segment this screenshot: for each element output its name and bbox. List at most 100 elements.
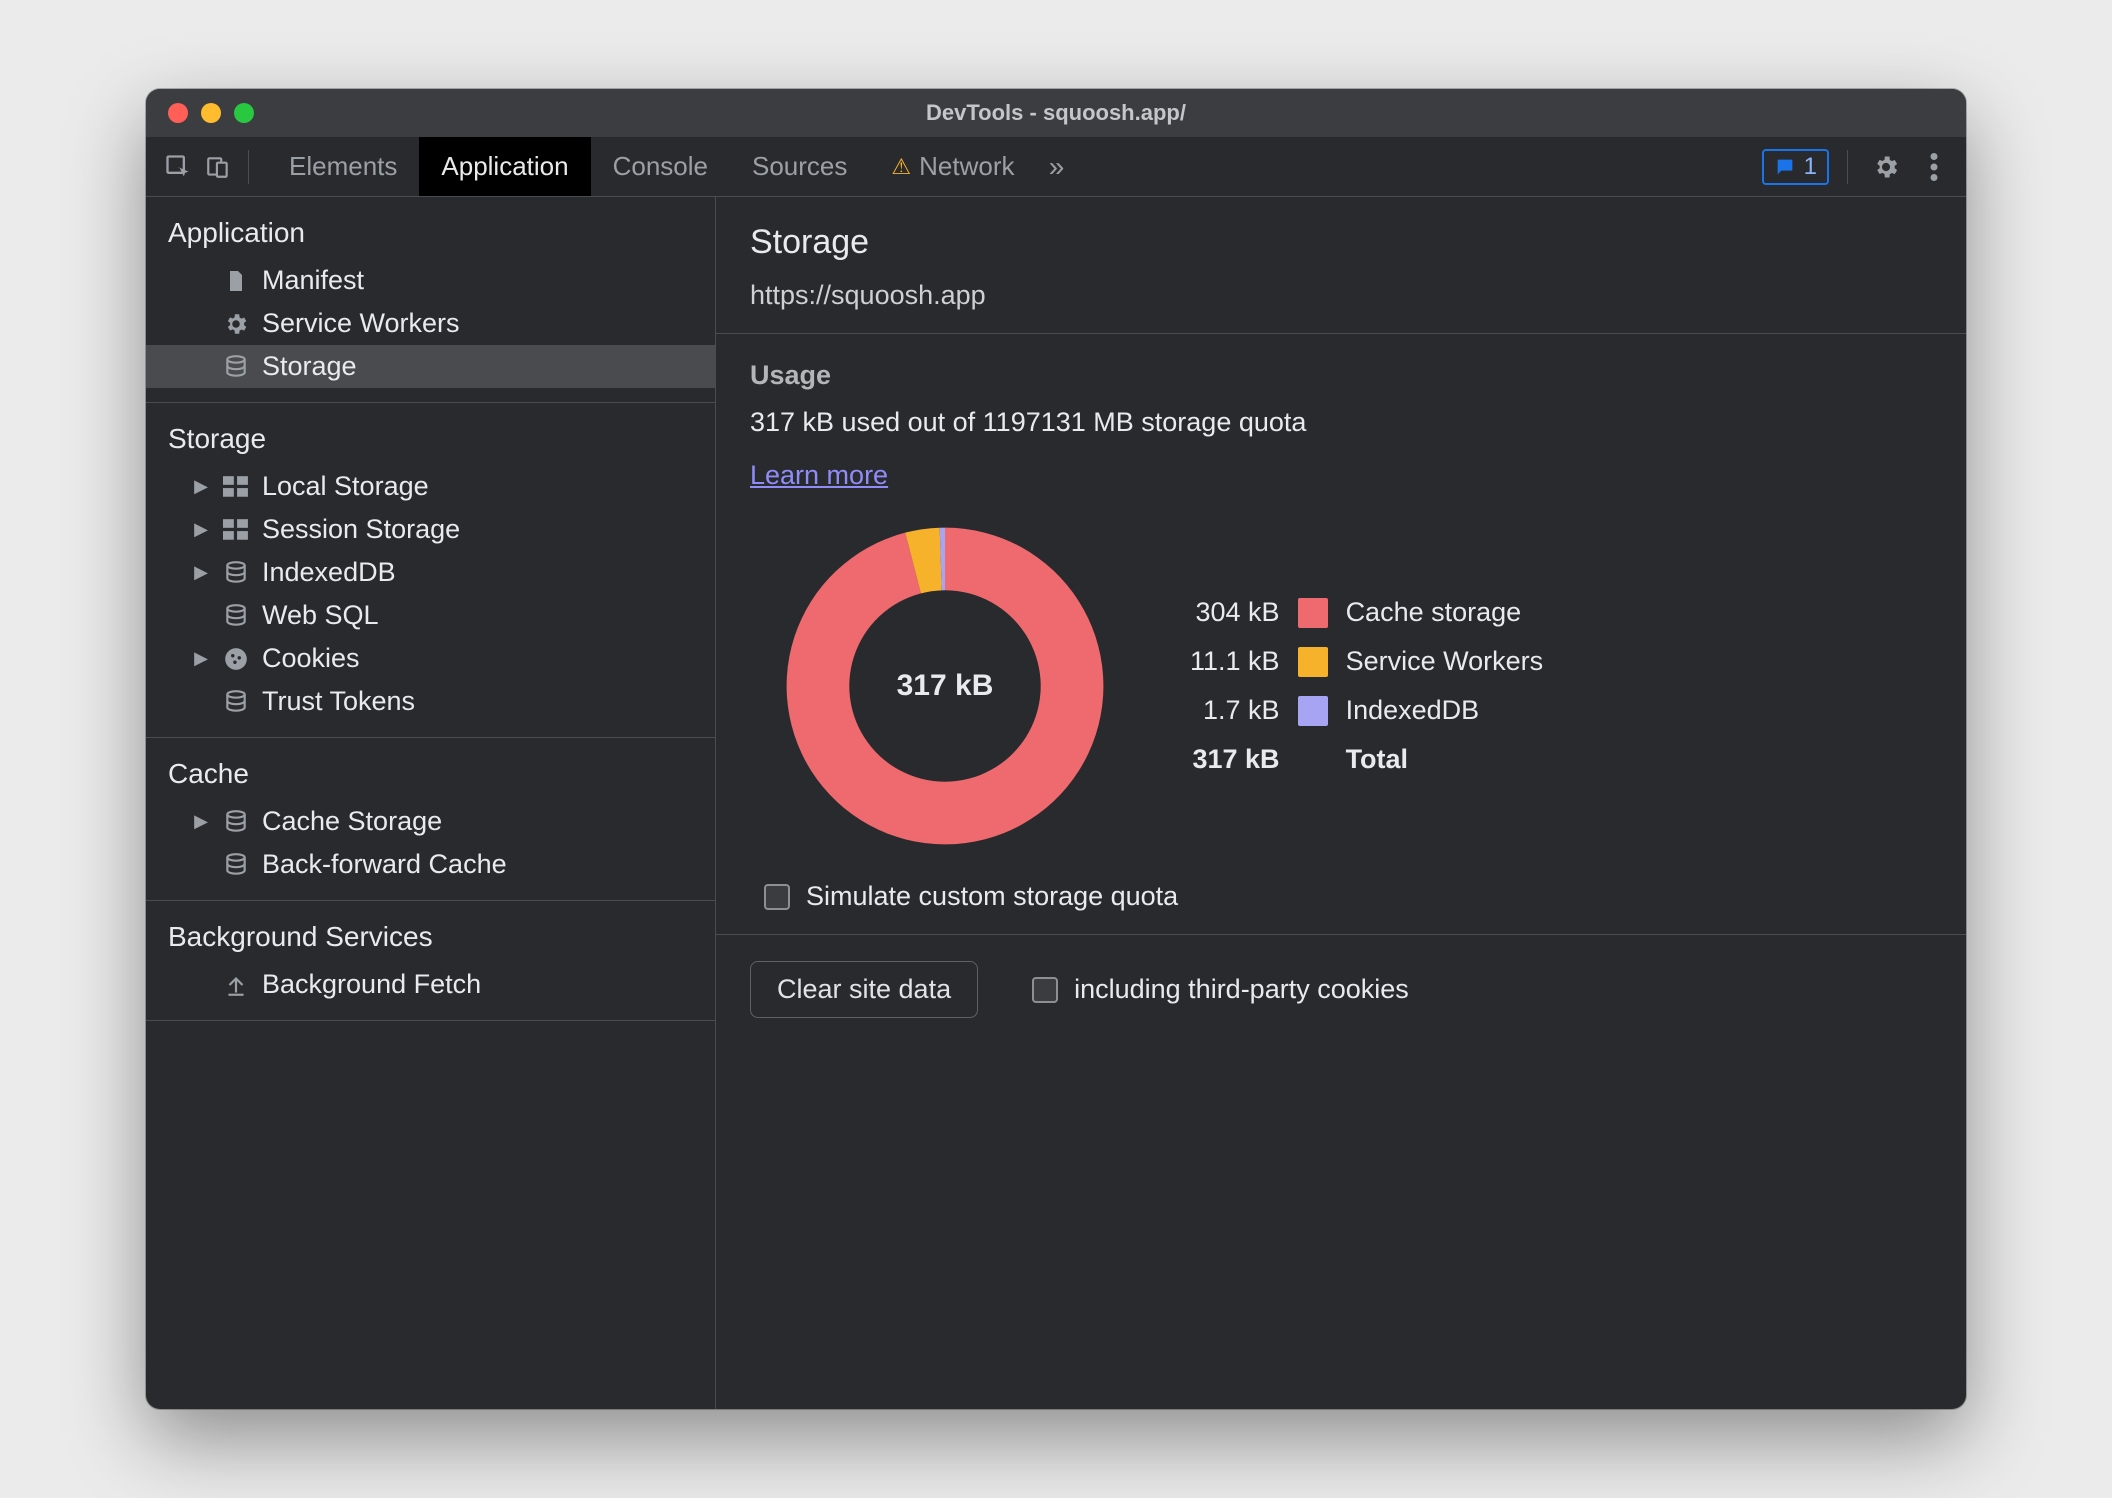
messages-count: 1 — [1804, 153, 1817, 181]
clear-site-data-button[interactable]: Clear site data — [750, 961, 978, 1018]
sidebar-item-back-forward-cache[interactable]: Back-forward Cache — [146, 843, 715, 886]
sidebar-group-background-services: Background Services — [146, 913, 715, 963]
sidebar-item-label: Cookies — [262, 643, 360, 674]
kebab-menu-icon[interactable] — [1914, 147, 1954, 187]
caret-icon: ▶ — [192, 562, 210, 583]
tab-label: Elements — [289, 151, 397, 182]
sidebar-item-manifest[interactable]: Manifest — [146, 259, 715, 302]
page-title: Storage — [750, 223, 1932, 262]
panel-tabs: Elements Application Console Sources ⚠ Networ… — [267, 137, 1036, 196]
usage-section: Usage 317 kB used out of 1197131 MB stor… — [716, 334, 1966, 935]
legend-label: IndexedDB — [1346, 695, 1544, 726]
window-title: DevTools - squoosh.app/ — [146, 100, 1966, 126]
devtools-toolbar: Elements Application Console Sources ⚠ Networ… — [146, 137, 1966, 197]
gear-icon — [222, 310, 250, 338]
cookie-icon — [222, 645, 250, 673]
third-party-cookies-checkbox[interactable]: including third-party cookies — [1032, 974, 1409, 1005]
legend-size: 11.1 kB — [1190, 646, 1280, 677]
usage-legend: 304 kB Cache storage 11.1 kB Service Worker… — [1190, 597, 1543, 775]
separator — [1847, 150, 1848, 184]
legend-size: 304 kB — [1190, 597, 1280, 628]
learn-more-link[interactable]: Learn more — [750, 460, 888, 491]
tab-label: Network — [919, 151, 1014, 182]
tab-sources[interactable]: Sources — [730, 137, 869, 196]
more-tabs-icon[interactable]: » — [1036, 147, 1076, 187]
db-icon — [222, 559, 250, 587]
minimize-window-button[interactable] — [201, 103, 221, 123]
sidebar-item-label: Session Storage — [262, 514, 460, 545]
sidebar-item-trust-tokens[interactable]: Trust Tokens — [146, 680, 715, 723]
caret-icon: ▶ — [192, 519, 210, 540]
db-icon — [222, 688, 250, 716]
sidebar-group-storage: Storage — [146, 415, 715, 465]
sidebar-item-label: Background Fetch — [262, 969, 481, 1000]
legend-size: 1.7 kB — [1190, 695, 1280, 726]
sidebar-item-indexeddb[interactable]: ▶ IndexedDB — [146, 551, 715, 594]
clear-section: Clear site data including third-party co… — [716, 935, 1966, 1040]
checkbox-icon — [1032, 977, 1058, 1003]
legend-total-size: 317 kB — [1190, 744, 1280, 775]
separator — [248, 150, 249, 184]
grid-icon — [222, 473, 250, 501]
sidebar-item-label: IndexedDB — [262, 557, 396, 588]
tab-label: Console — [613, 151, 708, 182]
legend-label: Service Workers — [1346, 646, 1544, 677]
content: ApplicationManifestService WorkersStorag… — [146, 197, 1966, 1409]
file-icon — [222, 267, 250, 295]
sidebar-item-background-fetch[interactable]: Background Fetch — [146, 963, 715, 1006]
origin-url: https://squoosh.app — [750, 280, 1932, 311]
sidebar-item-label: Storage — [262, 351, 357, 382]
sidebar-item-storage[interactable]: Storage — [146, 345, 715, 388]
sidebar-item-label: Web SQL — [262, 600, 379, 631]
device-toggle-icon[interactable] — [198, 147, 238, 187]
sidebar-item-label: Service Workers — [262, 308, 460, 339]
caret-icon: ▶ — [192, 648, 210, 669]
sidebar-item-local-storage[interactable]: ▶ Local Storage — [146, 465, 715, 508]
sidebar-item-label: Manifest — [262, 265, 364, 296]
warning-icon: ⚠ — [891, 154, 911, 180]
caret-icon: ▶ — [192, 476, 210, 497]
db-icon — [222, 851, 250, 879]
sidebar-item-session-storage[interactable]: ▶ Session Storage — [146, 508, 715, 551]
close-window-button[interactable] — [168, 103, 188, 123]
checkbox-icon — [764, 884, 790, 910]
storage-header: Storage https://squoosh.app — [716, 197, 1966, 334]
grid-icon — [222, 516, 250, 544]
sidebar-item-label: Back-forward Cache — [262, 849, 507, 880]
tab-console[interactable]: Console — [591, 137, 730, 196]
sidebar-item-cache-storage[interactable]: ▶ Cache Storage — [146, 800, 715, 843]
legend-swatch — [1298, 647, 1328, 677]
maximize-window-button[interactable] — [234, 103, 254, 123]
tab-label: Application — [441, 151, 568, 182]
console-messages-badge[interactable]: 1 — [1762, 149, 1829, 185]
titlebar: DevTools - squoosh.app/ — [146, 89, 1966, 137]
db-icon — [222, 602, 250, 630]
legend-swatch — [1298, 696, 1328, 726]
sidebar-item-label: Cache Storage — [262, 806, 442, 837]
caret-icon: ▶ — [192, 811, 210, 832]
db-icon — [222, 353, 250, 381]
legend-label: Cache storage — [1346, 597, 1544, 628]
sidebar-item-service-workers[interactable]: Service Workers — [146, 302, 715, 345]
settings-icon[interactable] — [1866, 147, 1906, 187]
simulate-quota-label: Simulate custom storage quota — [806, 881, 1178, 912]
legend-total-label: Total — [1346, 744, 1544, 775]
sidebar-item-cookies[interactable]: ▶ Cookies — [146, 637, 715, 680]
storage-panel: Storage https://squoosh.app Usage 317 kB… — [716, 197, 1966, 1409]
usage-summary: 317 kB used out of 1197131 MB storage qu… — [750, 407, 1932, 438]
inspect-element-icon[interactable] — [158, 147, 198, 187]
sidebar-item-label: Trust Tokens — [262, 686, 415, 717]
sidebar-group-application: Application — [146, 209, 715, 259]
sidebar-item-label: Local Storage — [262, 471, 429, 502]
usage-breakdown: 317 kB 304 kB Cache storage 11.1 kB Service… — [780, 521, 1932, 851]
tab-elements[interactable]: Elements — [267, 137, 419, 196]
tab-application[interactable]: Application — [419, 137, 590, 196]
db-icon — [222, 808, 250, 836]
sidebar-item-web-sql[interactable]: Web SQL — [146, 594, 715, 637]
devtools-window: DevTools - squoosh.app/ Elements Applicat… — [146, 89, 1966, 1409]
tab-network[interactable]: ⚠ Network — [869, 137, 1036, 196]
usage-heading: Usage — [750, 360, 1932, 391]
simulate-quota-checkbox[interactable]: Simulate custom storage quota — [764, 881, 1932, 912]
application-sidebar: Application Manifest Service Workers Storag… — [146, 197, 716, 1409]
sidebar-group-cache: Cache — [146, 750, 715, 800]
